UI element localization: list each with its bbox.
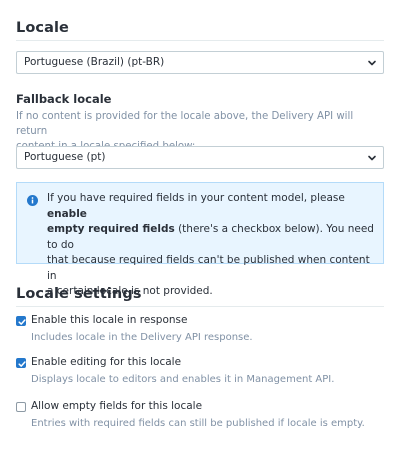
note-bold-text: enable <box>47 207 87 220</box>
info-icon <box>27 195 38 206</box>
enable-editing-row[interactable]: Enable editing for this locale <box>16 356 384 372</box>
enable-in-response-checkbox[interactable] <box>16 316 26 326</box>
locale-select-value: Portuguese (Brazil) (pt-BR) <box>24 56 165 68</box>
enable-editing-checkbox[interactable] <box>16 358 26 368</box>
allow-empty-fields-row[interactable]: Allow empty fields for this locale <box>16 400 384 416</box>
check-icon <box>18 361 26 367</box>
enable-editing-help: Displays locale to editors and enables i… <box>31 374 335 385</box>
fallback-locale-label: Fallback locale <box>16 92 112 106</box>
allow-empty-fields-label[interactable]: Allow empty fields for this locale <box>31 400 202 412</box>
locale-settings-title: Locale settings <box>16 286 142 302</box>
enable-in-response-row[interactable]: Enable this locale in response <box>16 314 384 330</box>
check-icon <box>18 319 26 325</box>
note-text: If you have required fields in your cont… <box>47 192 345 204</box>
divider <box>16 306 384 307</box>
enable-in-response-help: Includes locale in the Delivery API resp… <box>31 332 253 343</box>
note-line: that because required fields can't be pu… <box>47 254 370 282</box>
note-line: If you have required fields in your cont… <box>47 191 377 222</box>
fallback-select-value: Portuguese (pt) <box>24 151 106 163</box>
chevron-down-icon <box>368 60 376 66</box>
fallback-help-line: If no content is provided for the locale… <box>16 111 354 137</box>
allow-empty-fields-help: Entries with required fields can still b… <box>31 418 365 429</box>
allow-empty-fields-checkbox[interactable] <box>16 402 26 412</box>
info-note-text: If you have required fields in your cont… <box>47 191 377 300</box>
info-note: If you have required fields in your cont… <box>16 182 384 297</box>
enable-editing-label[interactable]: Enable editing for this locale <box>31 356 181 368</box>
enable-in-response-label[interactable]: Enable this locale in response <box>31 314 187 326</box>
locale-select[interactable]: Portuguese (Brazil) (pt-BR) <box>16 51 384 74</box>
locale-section-title: Locale <box>16 20 69 36</box>
note-bold-text: empty required fields <box>47 223 175 235</box>
note-line: empty required fields (there's a checkbo… <box>47 222 377 253</box>
fallback-locale-select[interactable]: Portuguese (pt) <box>16 146 384 169</box>
divider <box>16 40 384 41</box>
chevron-down-icon <box>368 155 376 161</box>
